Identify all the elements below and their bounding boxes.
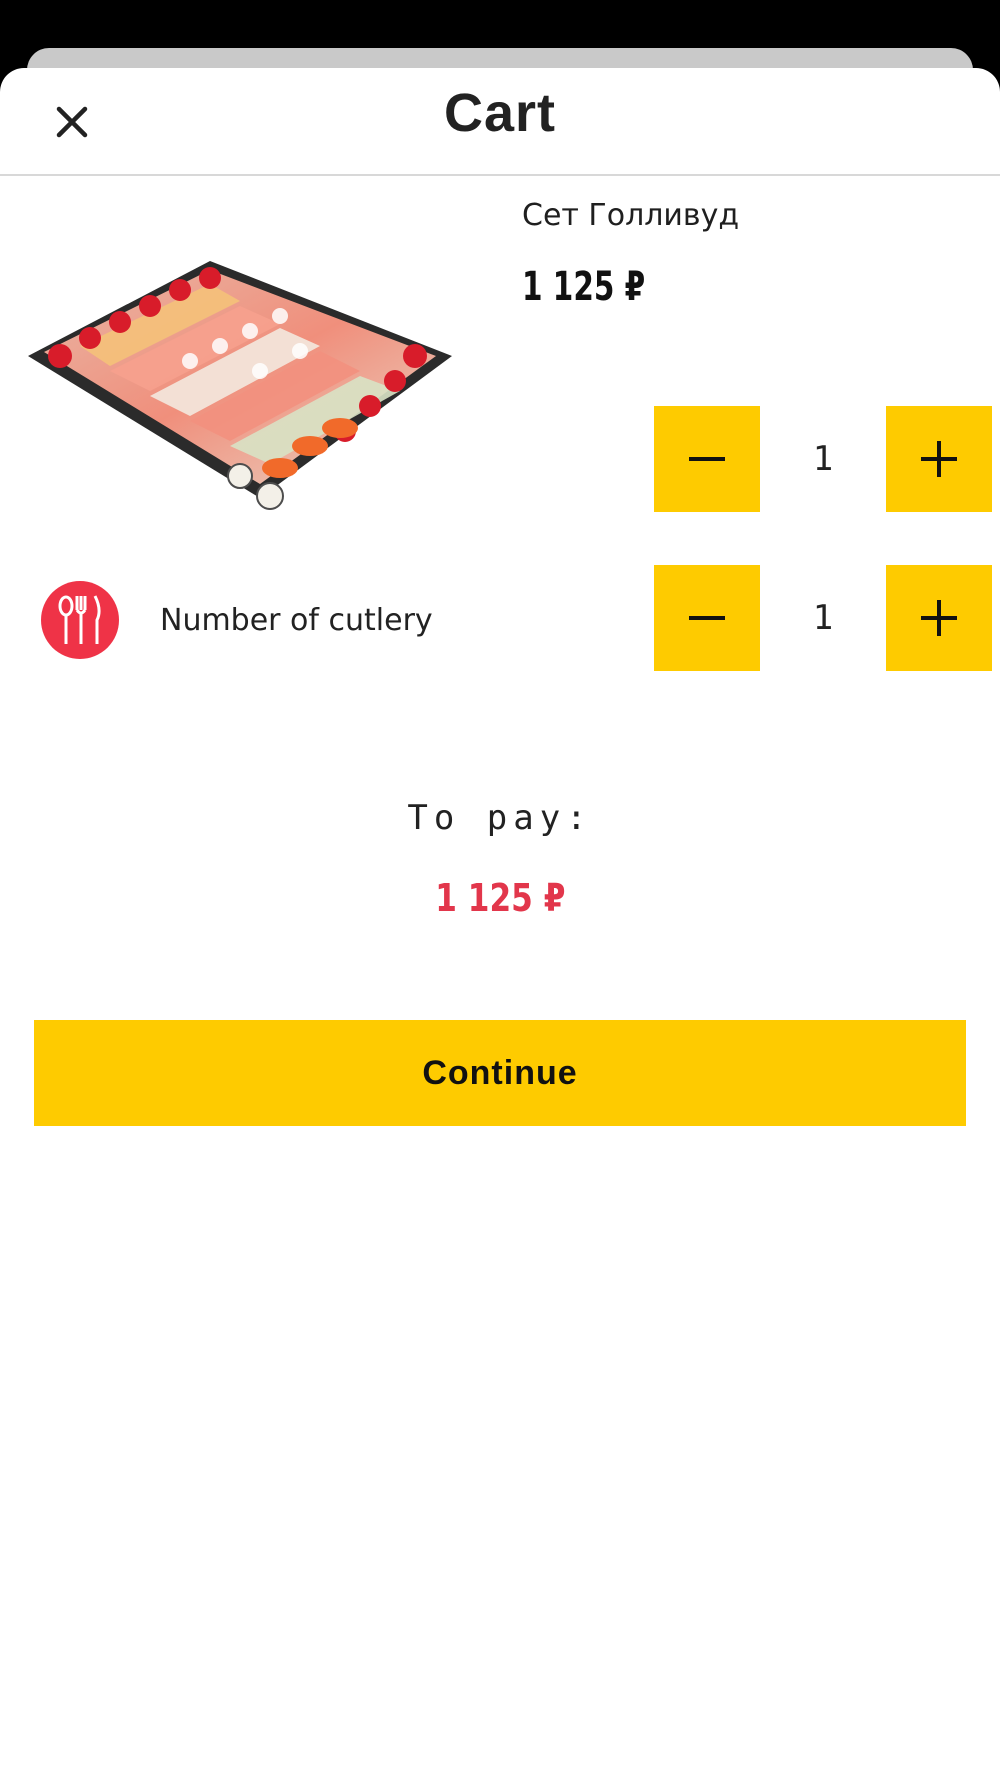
cutlery-quantity-stepper: 1 — [654, 565, 994, 671]
product-price: 1 125 ₽ — [522, 264, 646, 310]
cart-header: Cart — [0, 68, 1000, 176]
page-title: Cart — [443, 83, 557, 143]
continue-button[interactable]: Continue — [34, 1020, 966, 1126]
product-decrement-button[interactable] — [654, 406, 760, 512]
cart-screen: Cart Сет Голливуд 1 125 ₽ 1 Number of cu… — [0, 0, 1000, 1778]
cutlery-increment-button[interactable] — [886, 565, 992, 671]
to-pay-total: 1 125 ₽ — [0, 876, 1000, 920]
cutlery-label: Number of cutlery — [160, 603, 433, 638]
minus-icon — [689, 616, 725, 620]
cart-sheet: Cart Сет Голливуд 1 125 ₽ 1 Number of cu… — [0, 68, 1000, 1778]
minus-icon — [689, 457, 725, 461]
cutlery-decrement-button[interactable] — [654, 565, 760, 671]
product-increment-button[interactable] — [886, 406, 992, 512]
product-quantity-value: 1 — [812, 439, 834, 479]
to-pay-total-text: 1 125 ₽ — [434, 876, 566, 920]
product-quantity-stepper: 1 — [654, 406, 994, 512]
to-pay-label: To pay: — [407, 798, 593, 838]
plus-icon — [921, 441, 957, 477]
product-name: Сет Голливуд — [522, 198, 740, 233]
product-image — [20, 206, 470, 556]
cutlery-quantity-value: 1 — [812, 598, 834, 638]
plus-icon — [921, 600, 957, 636]
cutlery-icon — [40, 580, 120, 660]
